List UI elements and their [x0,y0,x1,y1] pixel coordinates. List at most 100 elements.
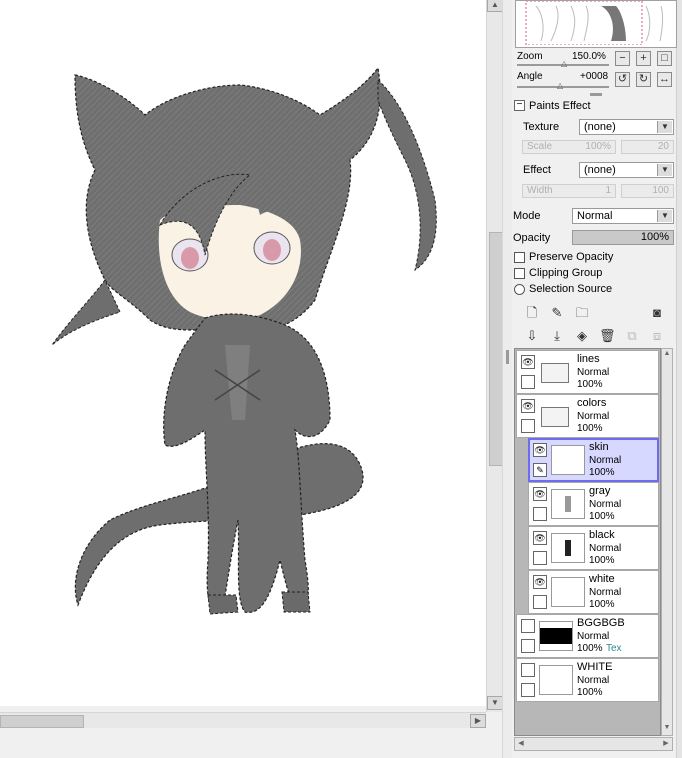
layer-mode: Normal [577,631,610,642]
layer-row-white[interactable]: 👁 white Normal 100% [528,570,659,614]
width-label: Width [527,185,553,196]
new-layer-icon[interactable]: 🗋 [524,305,540,321]
scale-field: Scale 100% [522,140,616,154]
clipping-group-checkbox[interactable] [514,268,525,279]
layer-opacity: 100% [577,687,603,698]
rotate-right-button[interactable]: ↻ [636,72,651,87]
layer-name: BGGBGB [577,617,625,629]
chevron-left-icon[interactable]: ◀ [516,739,526,749]
visibility-box[interactable] [521,663,535,677]
layers-horizontal-scrollbar[interactable]: ◀ ▶ [514,737,673,751]
scale-strength-field: 20 [621,140,674,154]
zoom-out-button[interactable]: − [615,51,630,66]
chevron-down-icon[interactable]: ▼ [662,723,672,733]
new-folder-icon[interactable]: 🗀 [574,305,590,321]
layer-name: black [589,529,615,541]
effect-select[interactable]: (none) ▼ [579,162,674,178]
layer-thumbnail [551,533,585,563]
effect-label: Effect [523,164,551,176]
layer-lock-box[interactable] [521,419,535,433]
layer-row-colors[interactable]: 👁 colors Normal 100% [516,394,659,438]
chevron-right-icon[interactable]: ▶ [661,739,671,749]
chevron-down-icon: ▼ [657,210,672,222]
layer-lock-box[interactable] [521,683,535,697]
layer-lock-box[interactable] [533,551,547,565]
scale-value: 100% [585,141,611,152]
panel-grip[interactable] [590,93,602,96]
divider-grip[interactable] [506,350,509,364]
layer-mode: Normal [589,587,622,598]
layers-list: 👁 lines Normal 100% 👁 colors Normal 100%… [514,348,661,736]
width-strength-value: 100 [652,185,669,196]
rotate-left-button[interactable]: ↺ [615,72,630,87]
layer-row-black[interactable]: 👁 black Normal 100% [528,526,659,570]
layer-opacity: 100% [577,379,603,390]
eye-icon[interactable]: 👁 [533,487,547,501]
canvas[interactable] [0,0,486,706]
layers-vertical-scrollbar[interactable]: ▲ ▼ [661,348,673,736]
layer-mode: Normal [577,411,610,422]
scale-label: Scale [527,141,553,152]
layer-mode: Normal [577,675,610,686]
layer-mask-icon[interactable]: ◙ [649,305,665,321]
selection-source-radio[interactable] [514,284,525,295]
rotate-reset-button[interactable]: ↔ [657,72,672,87]
zoom-slider-handle[interactable]: △ [561,59,567,68]
scroll-down-button[interactable]: ▼ [487,696,503,710]
layer-row-bggbgb[interactable]: BGGBGB Normal 100% Tex [516,614,659,658]
scroll-up-button[interactable]: ▲ [487,0,503,12]
texture-select[interactable]: (none) ▼ [579,119,674,135]
layer-lock-box[interactable] [533,507,547,521]
new-linework-layer-icon[interactable]: ✎ [549,305,565,321]
clear-layer-icon[interactable]: ◈ [574,328,590,344]
eye-icon[interactable]: 👁 [533,575,547,589]
brush-edit-icon[interactable]: ✎ [533,463,547,477]
eye-icon[interactable]: 👁 [521,399,535,413]
transfer-down-icon[interactable]: ⇩ [524,328,540,344]
scale-strength-value: 20 [657,141,669,152]
layer-thumbnail [551,489,585,519]
collapse-paints-effect-icon[interactable]: − [514,100,525,111]
eye-icon[interactable]: 👁 [533,531,547,545]
layer-opacity: 100% [589,555,615,566]
visibility-box[interactable] [521,619,535,633]
layer-row-gray[interactable]: 👁 gray Normal 100% [528,482,659,526]
canvas-vertical-scrollbar[interactable]: ▲ ▼ [486,0,503,712]
effect-select-value: (none) [584,164,616,176]
layer-row-white-bg[interactable]: WHITE Normal 100% [516,658,659,702]
layer-thumbnail [551,445,585,475]
delete-layer-icon[interactable]: 🗑 [599,328,616,344]
blend-mode-select[interactable]: Normal ▼ [572,208,674,224]
layer-lock-box[interactable] [521,375,535,389]
layer-lock-box[interactable] [533,595,547,609]
eye-icon[interactable]: 👁 [521,355,535,369]
eye-icon[interactable]: 👁 [533,443,547,457]
width-value: 1 [605,185,611,196]
scroll-right-button[interactable]: ▶ [470,714,486,728]
right-edge-scrollbar[interactable] [676,0,682,758]
layer-name: skin [589,441,609,453]
opacity-slider[interactable]: 100% [572,230,674,245]
vertical-scroll-thumb[interactable] [489,232,503,466]
navigator-preview[interactable] [515,0,677,48]
merge-down-icon[interactable]: ⤓ [549,328,565,344]
layer-lock-box[interactable] [521,639,535,653]
canvas-horizontal-scrollbar[interactable]: ▶ [0,712,486,729]
chevron-up-icon[interactable]: ▲ [662,349,672,359]
preserve-opacity-label: Preserve Opacity [529,251,614,263]
angle-slider-handle[interactable]: △ [557,81,563,90]
zoom-in-button[interactable]: + [636,51,651,66]
texture-badge: Tex [606,643,622,654]
layer-mode: Normal [577,367,610,378]
zoom-reset-button[interactable]: □ [657,51,672,66]
layer-row-skin[interactable]: 👁 ✎ skin Normal 100% [528,438,659,482]
width-field: Width 1 [522,184,616,198]
preserve-opacity-checkbox[interactable] [514,252,525,263]
layer-row-lines[interactable]: 👁 lines Normal 100% [516,350,659,394]
layer-opacity: 100% [577,423,603,434]
zoom-value: 150.0% [572,51,606,62]
angle-value: +0008 [580,71,609,82]
zoom-label: Zoom [517,51,543,62]
layer-name: gray [589,485,611,497]
horizontal-scroll-thumb[interactable] [0,715,84,728]
